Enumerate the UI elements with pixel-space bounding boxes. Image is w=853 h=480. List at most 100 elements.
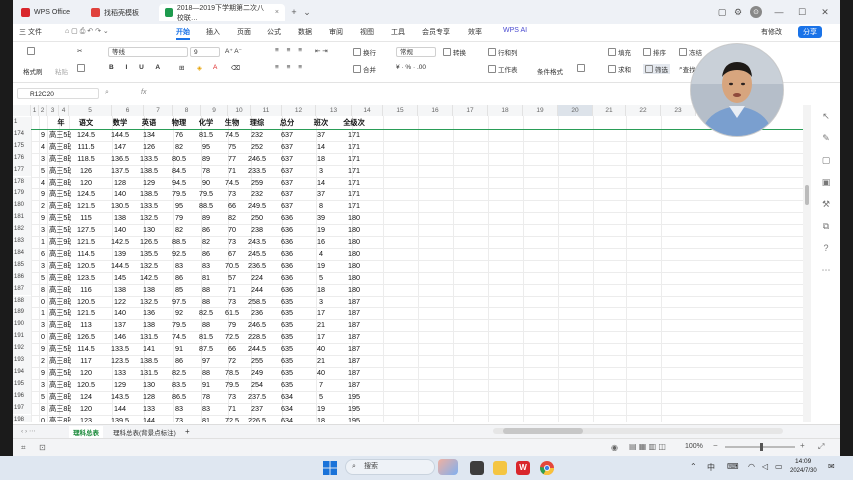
table-cell[interactable]: 121.5 — [71, 236, 101, 248]
record-icon[interactable]: ⊡ — [39, 443, 46, 452]
fx-label[interactable]: fx — [141, 89, 146, 96]
sort-button[interactable]: 排序 — [643, 47, 666, 57]
header-cell[interactable]: 年 — [51, 117, 71, 129]
column-header[interactable]: 20 — [558, 105, 593, 116]
clock-date[interactable]: 2024/7/30 — [790, 468, 817, 474]
help-icon[interactable]: ? — [821, 243, 831, 253]
table-cell[interactable]: 635 — [273, 367, 301, 379]
table-cell[interactable]: 133 — [135, 403, 163, 415]
menu-tools[interactable]: 工具 — [391, 27, 405, 37]
battery-icon[interactable]: ▭ — [775, 462, 783, 471]
row-header[interactable]: 188 — [13, 295, 31, 308]
row-header[interactable]: 175 — [13, 140, 31, 153]
table-cell[interactable]: 259 — [245, 177, 269, 189]
table-cell[interactable]: 138 — [105, 284, 135, 296]
table-cell[interactable]: 79.5 — [165, 319, 193, 331]
header-cell[interactable]: 生物 — [220, 117, 244, 129]
eye-icon[interactable]: ◉ — [611, 443, 618, 452]
menu-home[interactable]: 开始 — [176, 27, 190, 40]
table-cell[interactable]: 21 — [307, 355, 335, 367]
row-col-button[interactable]: 行和列 — [488, 47, 518, 57]
table-cell[interactable]: 635 — [273, 343, 301, 355]
table-cell[interactable]: 124.5 — [71, 188, 101, 200]
freeze-button[interactable]: 冻结 — [679, 47, 702, 57]
table-cell[interactable]: 138 — [105, 212, 135, 224]
table-cell[interactable]: 171 — [340, 188, 368, 200]
table-cell[interactable]: 132.5 — [135, 260, 163, 272]
table-cell[interactable]: 187 — [340, 307, 368, 319]
table-cell[interactable]: 138 — [135, 284, 163, 296]
macro-icon[interactable]: ⌗ — [21, 443, 26, 453]
avatar[interactable]: ⊙ — [750, 6, 762, 18]
border-icon[interactable]: ⊞ — [179, 64, 184, 72]
table-cell[interactable]: 124.5 — [71, 129, 101, 141]
table-cell[interactable]: 73 — [165, 415, 193, 423]
table-cell[interactable]: 115 — [71, 212, 101, 224]
style-icon[interactable]: ✎ — [821, 133, 831, 143]
table-cell[interactable]: 180 — [340, 236, 368, 248]
table-cell[interactable]: 246.5 — [245, 153, 269, 165]
table-cell[interactable]: 118.5 — [71, 153, 101, 165]
table-cell[interactable]: 246.5 — [245, 319, 269, 331]
table-cell[interactable]: 73 — [220, 188, 244, 200]
number-format-select[interactable]: 常规 — [396, 47, 436, 57]
tools-icon[interactable]: ⚒ — [821, 199, 831, 209]
table-cell[interactable]: 147 — [105, 141, 135, 153]
table-cell[interactable]: 126.5 — [135, 236, 163, 248]
windows-start-icon[interactable] — [323, 461, 337, 475]
taskbar-search-input[interactable]: ⌕ 搜索 — [345, 459, 435, 475]
table-cell[interactable]: 4 — [307, 248, 335, 260]
table-cell[interactable]: 85 — [165, 284, 193, 296]
column-header[interactable]: 13 — [316, 105, 352, 116]
row-header[interactable]: 184 — [13, 247, 31, 260]
table-cell[interactable]: 2 — [39, 355, 47, 367]
share-button[interactable]: 分享 — [798, 26, 822, 38]
table-cell[interactable]: 18 — [307, 284, 335, 296]
table-cell[interactable]: 635 — [273, 296, 301, 308]
header-cell[interactable]: 语文 — [71, 117, 101, 129]
menu-efficiency[interactable]: 效率 — [468, 27, 482, 37]
table-cell[interactable]: 3 — [39, 153, 47, 165]
table-cell[interactable]: 139.5 — [105, 415, 135, 423]
table-cell[interactable]: 135.5 — [135, 248, 163, 260]
table-cell[interactable]: 高三5班 — [49, 188, 71, 200]
table-cell[interactable]: 142.5 — [105, 236, 135, 248]
table-cell[interactable]: 88 — [194, 367, 218, 379]
table-cell[interactable]: 244 — [245, 284, 269, 296]
table-cell[interactable]: 5 — [307, 391, 335, 403]
table-cell[interactable]: 83 — [194, 260, 218, 272]
table-cell[interactable]: 8 — [39, 403, 47, 415]
table-cell[interactable]: 132.5 — [135, 296, 163, 308]
row-header[interactable]: 1 — [13, 117, 31, 129]
table-cell[interactable]: 0 — [39, 296, 47, 308]
table-cell[interactable]: 142.5 — [135, 272, 163, 284]
table-cell[interactable]: 4 — [39, 177, 47, 189]
table-cell[interactable]: 5 — [307, 272, 335, 284]
table-cell[interactable]: 73 — [220, 236, 244, 248]
fill-button[interactable]: 填充 — [608, 47, 631, 57]
table-cell[interactable]: 180 — [340, 248, 368, 260]
table-cell[interactable]: 636 — [273, 248, 301, 260]
table-cell[interactable]: 139 — [105, 248, 135, 260]
table-cell[interactable]: 高三8班 — [49, 248, 71, 260]
table-cell[interactable]: 92 — [165, 307, 193, 319]
table-cell[interactable]: 高三8班 — [49, 319, 71, 331]
table-cell[interactable]: 5 — [39, 391, 47, 403]
table-cell[interactable]: 82.5 — [194, 307, 218, 319]
table-cell[interactable]: 9 — [39, 367, 47, 379]
table-cell[interactable]: 91 — [194, 379, 218, 391]
clear-icon[interactable]: ⌫ — [231, 64, 240, 72]
table-cell[interactable]: 180 — [340, 284, 368, 296]
table-cell[interactable]: 18 — [307, 153, 335, 165]
column-header[interactable]: 11 — [251, 105, 282, 116]
table-cell[interactable]: 86 — [194, 224, 218, 236]
header-cell[interactable]: 化学 — [194, 117, 218, 129]
table-cell[interactable]: 233.5 — [245, 165, 269, 177]
table-cell[interactable]: 高三5班 — [49, 343, 71, 355]
table-cell[interactable]: 74.5 — [220, 129, 244, 141]
table-cell[interactable]: 82 — [165, 141, 193, 153]
format-painter-icon[interactable] — [27, 47, 37, 55]
table-cell[interactable]: 76 — [165, 129, 193, 141]
paste-button[interactable]: 粘贴 — [55, 66, 68, 76]
table-cell[interactable]: 71 — [220, 284, 244, 296]
